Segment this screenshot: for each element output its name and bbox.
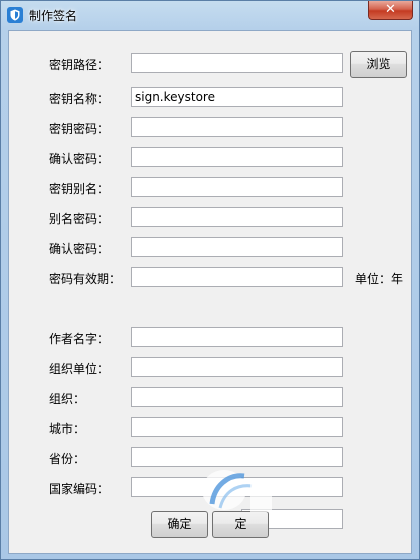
shield-icon (7, 7, 23, 23)
window-title: 制作签名 (29, 9, 78, 23)
title-bar[interactable]: 制作签名 ✕ (1, 1, 419, 29)
validity-unit-label: 单位：年 (355, 272, 404, 286)
confirm-key-password-label: 确认密码： (49, 152, 110, 166)
key-password-label: 密钥密码： (49, 122, 110, 136)
province-label: 省份： (49, 452, 86, 466)
org-unit-input[interactable] (131, 357, 343, 377)
author-name-label: 作者名字： (49, 332, 110, 346)
validity-label: 密码有效期： (49, 272, 122, 286)
key-name-label: 密钥名称： (49, 92, 110, 106)
city-input[interactable] (131, 417, 343, 437)
organization-input[interactable] (131, 387, 343, 407)
key-password-input[interactable] (131, 117, 343, 137)
organization-label: 组织： (49, 392, 86, 406)
confirm-alias-password-input[interactable] (131, 237, 343, 257)
confirm-alias-password-label: 确认密码： (49, 242, 110, 256)
city-label: 城市： (49, 422, 86, 436)
alias-password-input[interactable] (131, 207, 343, 227)
key-path-input[interactable] (131, 53, 343, 73)
watermark-logo (202, 470, 272, 512)
close-button[interactable]: ✕ (368, 1, 413, 20)
alias-password-label: 别名密码： (49, 212, 110, 226)
key-alias-input[interactable] (131, 177, 343, 197)
key-alias-label: 密钥别名： (49, 182, 110, 196)
author-name-input[interactable] (131, 327, 343, 347)
country-code-label: 国家编码： (49, 482, 110, 496)
org-unit-label: 组织单位： (49, 362, 110, 376)
dialog-window: 制作签名 ✕ 密钥路径： 浏览 密钥名称： 密钥密码： 确认密码： 密钥别名： … (0, 0, 420, 560)
key-name-input[interactable] (131, 87, 343, 107)
browse-button[interactable]: 浏览 (350, 51, 407, 78)
key-path-label: 密钥路径： (49, 58, 110, 72)
confirm-key-password-input[interactable] (131, 147, 343, 167)
close-icon: ✕ (385, 2, 396, 17)
validity-input[interactable] (131, 267, 343, 287)
